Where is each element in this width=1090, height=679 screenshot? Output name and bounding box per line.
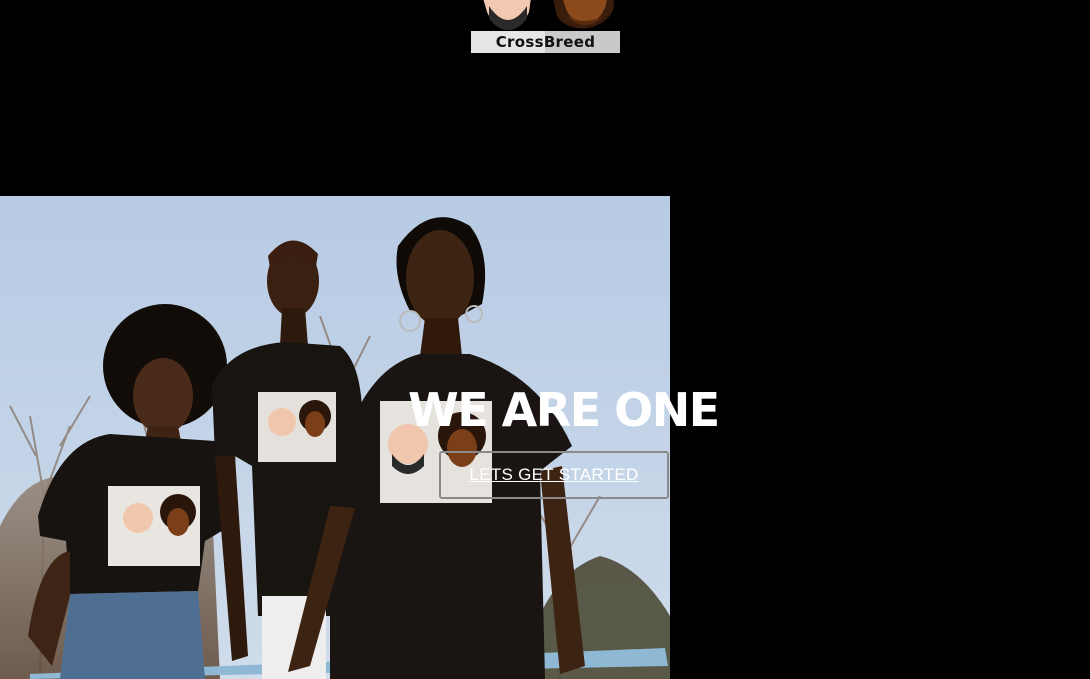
- crossbreed-logo[interactable]: CrossBreed: [471, 0, 620, 53]
- lets-get-started-button[interactable]: LETS GET STARTED: [439, 451, 669, 499]
- page: CrossBreed WE ARE ONE LETS GET STARTED: [0, 0, 1090, 679]
- hero-heading: WE ARE ONE: [408, 383, 720, 437]
- logo-text: CrossBreed: [495, 33, 596, 51]
